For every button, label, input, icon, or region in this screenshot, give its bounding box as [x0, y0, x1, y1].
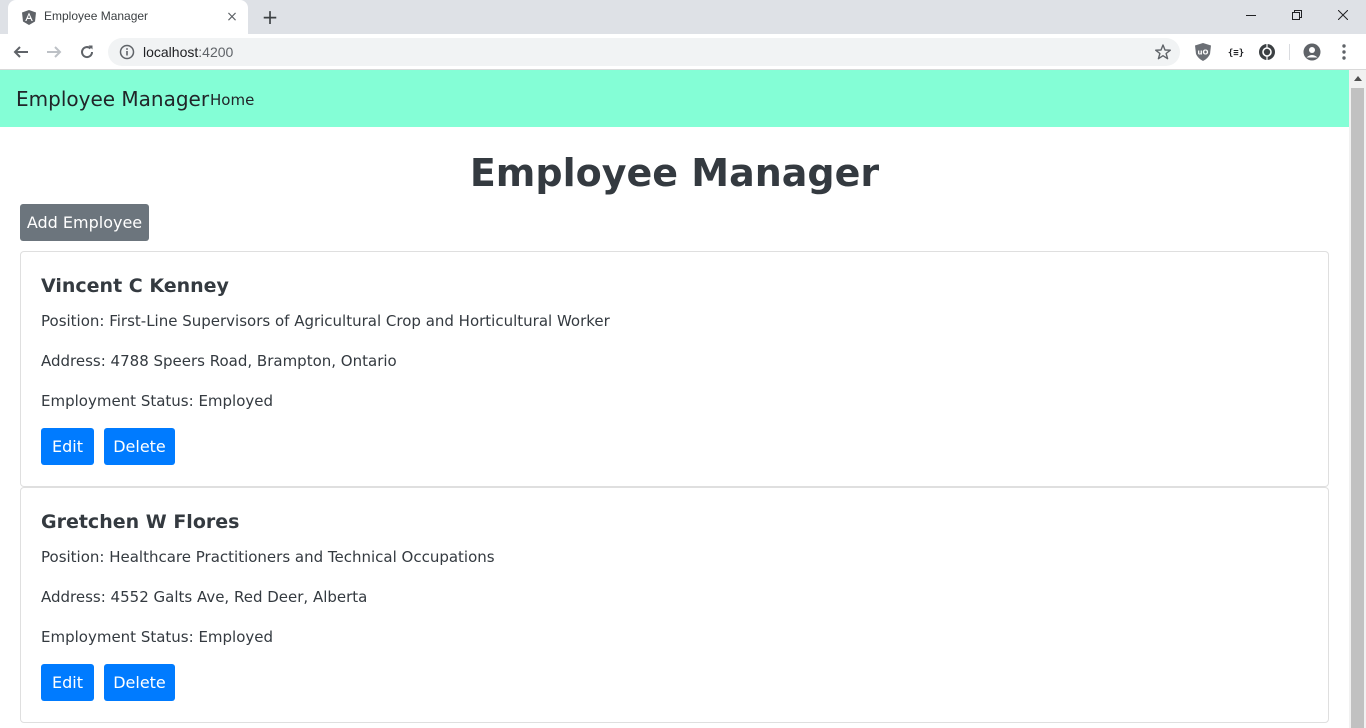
employee-address: Address: 4788 Speers Road, Brampton, Ont…	[41, 352, 397, 370]
page-viewport: Employee Manager Home Employee Manager A…	[0, 70, 1349, 728]
browser-tab[interactable]: Employee Manager ×	[8, 0, 248, 34]
page-scrollbar[interactable]	[1349, 70, 1366, 728]
minimize-icon[interactable]	[1228, 0, 1274, 30]
menu-kebab-icon[interactable]	[1335, 43, 1353, 61]
employee-address: Address: 4552 Galts Ave, Red Deer, Alber…	[41, 588, 368, 606]
info-icon[interactable]	[119, 44, 135, 60]
delete-button[interactable]: Delete	[104, 664, 175, 701]
profile-avatar-icon[interactable]	[1303, 43, 1321, 61]
add-employee-button[interactable]: Add Employee	[20, 204, 149, 241]
employee-status: Employment Status: Employed	[41, 392, 274, 410]
angular-icon	[21, 9, 37, 25]
employee-card: Gretchen W Flores Position: Healthcare P…	[20, 487, 1329, 723]
app-navbar: Employee Manager Home	[0, 70, 1349, 127]
page-title: Employee Manager	[469, 151, 880, 195]
browser-toolbar: localhost:4200 uO {≡}	[0, 34, 1366, 70]
bookmark-star-icon[interactable]	[1154, 43, 1172, 61]
tab-title: Employee Manager	[44, 9, 149, 23]
employee-position: Position: Healthcare Practitioners and T…	[41, 548, 495, 566]
url-port: :4200	[198, 44, 234, 60]
back-icon[interactable]	[9, 40, 33, 64]
url-host: localhost	[143, 44, 199, 60]
employee-name: Vincent C Kenney	[41, 275, 229, 297]
scrollbar-thumb[interactable]	[1351, 88, 1364, 728]
tab-strip: Employee Manager × +	[0, 0, 1366, 34]
scroll-up-arrow-icon[interactable]	[1349, 70, 1366, 87]
svg-text:{≡}: {≡}	[1228, 49, 1244, 59]
extension-icon[interactable]	[1258, 43, 1276, 61]
restore-icon[interactable]	[1274, 0, 1320, 30]
delete-button[interactable]: Delete	[104, 428, 175, 465]
tab-close-icon[interactable]: ×	[224, 9, 240, 25]
close-icon[interactable]	[1320, 0, 1366, 30]
svg-text:uO: uO	[1198, 49, 1209, 57]
edit-button[interactable]: Edit	[41, 428, 94, 465]
toolbar-separator	[1289, 44, 1290, 60]
new-tab-button[interactable]: +	[259, 5, 281, 29]
forward-icon[interactable]	[42, 40, 66, 64]
navbar-brand[interactable]: Employee Manager	[16, 87, 209, 111]
employee-name: Gretchen W Flores	[41, 511, 240, 533]
reload-icon[interactable]	[75, 40, 99, 64]
employee-card: Vincent C Kenney Position: First-Line Su…	[20, 251, 1329, 487]
ublock-icon[interactable]: uO	[1194, 43, 1212, 61]
employee-position: Position: First-Line Supervisors of Agri…	[41, 312, 610, 330]
employee-status: Employment Status: Employed	[41, 628, 274, 646]
address-bar[interactable]: localhost:4200	[108, 38, 1180, 66]
json-viewer-icon[interactable]: {≡}	[1226, 43, 1246, 61]
url-text[interactable]: localhost:4200	[143, 44, 233, 60]
nav-link-home[interactable]: Home	[210, 90, 254, 110]
edit-button[interactable]: Edit	[41, 664, 94, 701]
